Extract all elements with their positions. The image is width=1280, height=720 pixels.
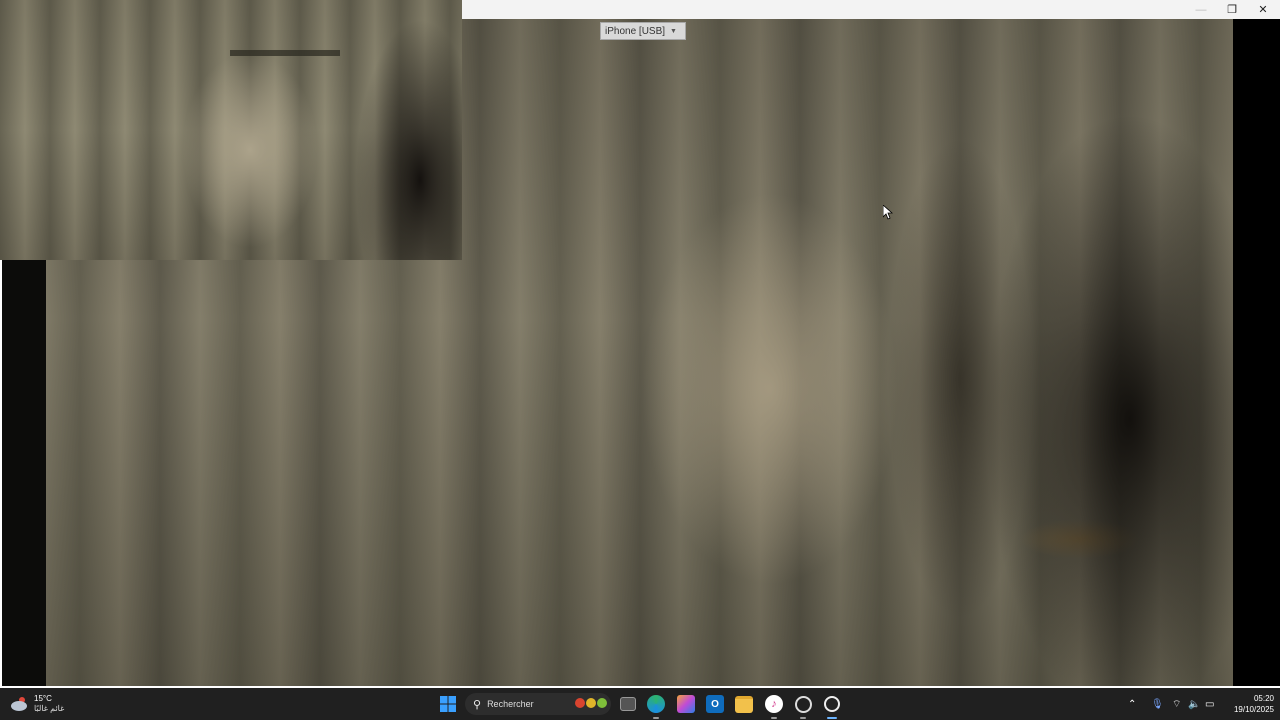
preview-thumbnail[interactable] [0, 0, 462, 260]
copilot-icon[interactable] [676, 694, 696, 714]
feed-left-letterbox [2, 260, 46, 686]
minimize-button[interactable]: — [1186, 0, 1216, 19]
taskbar: 15°C غائم غالبًا ⚲ Rechercher O ♪ ⌃ 🎙 ⌔ … [0, 688, 1280, 720]
cloud-icon [11, 697, 27, 711]
clock-date: 19/10/2025 [1233, 705, 1274, 714]
chevron-up-icon[interactable]: ⌃ [1128, 688, 1136, 720]
chatgpt-icon[interactable] [793, 694, 813, 719]
outlook-icon[interactable]: O [705, 694, 725, 714]
feed-right-letterbox [1233, 19, 1280, 686]
search-icon: ⚲ [473, 698, 482, 711]
title-bar[interactable]: — ❐ ✕ [462, 0, 1280, 19]
start-icon[interactable] [438, 694, 458, 714]
running-indicator [771, 717, 777, 719]
device-dropdown-value: iPhone [USB] [605, 25, 666, 37]
running-indicator [800, 717, 806, 719]
wifi-icon[interactable]: ⌔ [1172, 688, 1181, 720]
window-left-border [0, 260, 2, 686]
chevron-down-icon: ▼ [670, 27, 677, 35]
preview-shelf [230, 50, 340, 56]
volume-icon[interactable]: 🔈 [1188, 688, 1200, 720]
task-view-icon[interactable] [618, 694, 638, 714]
close-button[interactable]: ✕ [1248, 0, 1278, 19]
device-dropdown[interactable]: iPhone [USB] ▼ [600, 22, 686, 40]
system-clock[interactable]: 05:20 19/10/2025 [1222, 693, 1274, 715]
microphone-icon[interactable]: 🎙 [1151, 688, 1164, 720]
active-indicator [827, 717, 837, 719]
maximize-button[interactable]: ❐ [1217, 0, 1247, 19]
webcam-app-icon[interactable] [822, 694, 842, 719]
search-placeholder: Rechercher [487, 699, 534, 709]
clock-time: 05:20 [1253, 694, 1274, 703]
itunes-icon[interactable]: ♪ [764, 694, 784, 719]
running-indicator [653, 717, 659, 719]
weather-widget[interactable]: 15°C غائم غالبًا [10, 688, 80, 720]
weather-temperature: 15°C [34, 694, 52, 703]
edge-icon[interactable] [646, 694, 666, 719]
camera-window: — ❐ ✕ iPhone [USB] ▼ [0, 0, 1280, 688]
weather-condition: غائم غالبًا [34, 704, 65, 713]
file-explorer-icon[interactable] [734, 694, 754, 714]
battery-icon[interactable]: ▭ [1205, 688, 1214, 720]
search-highlight-icon [575, 698, 607, 708]
